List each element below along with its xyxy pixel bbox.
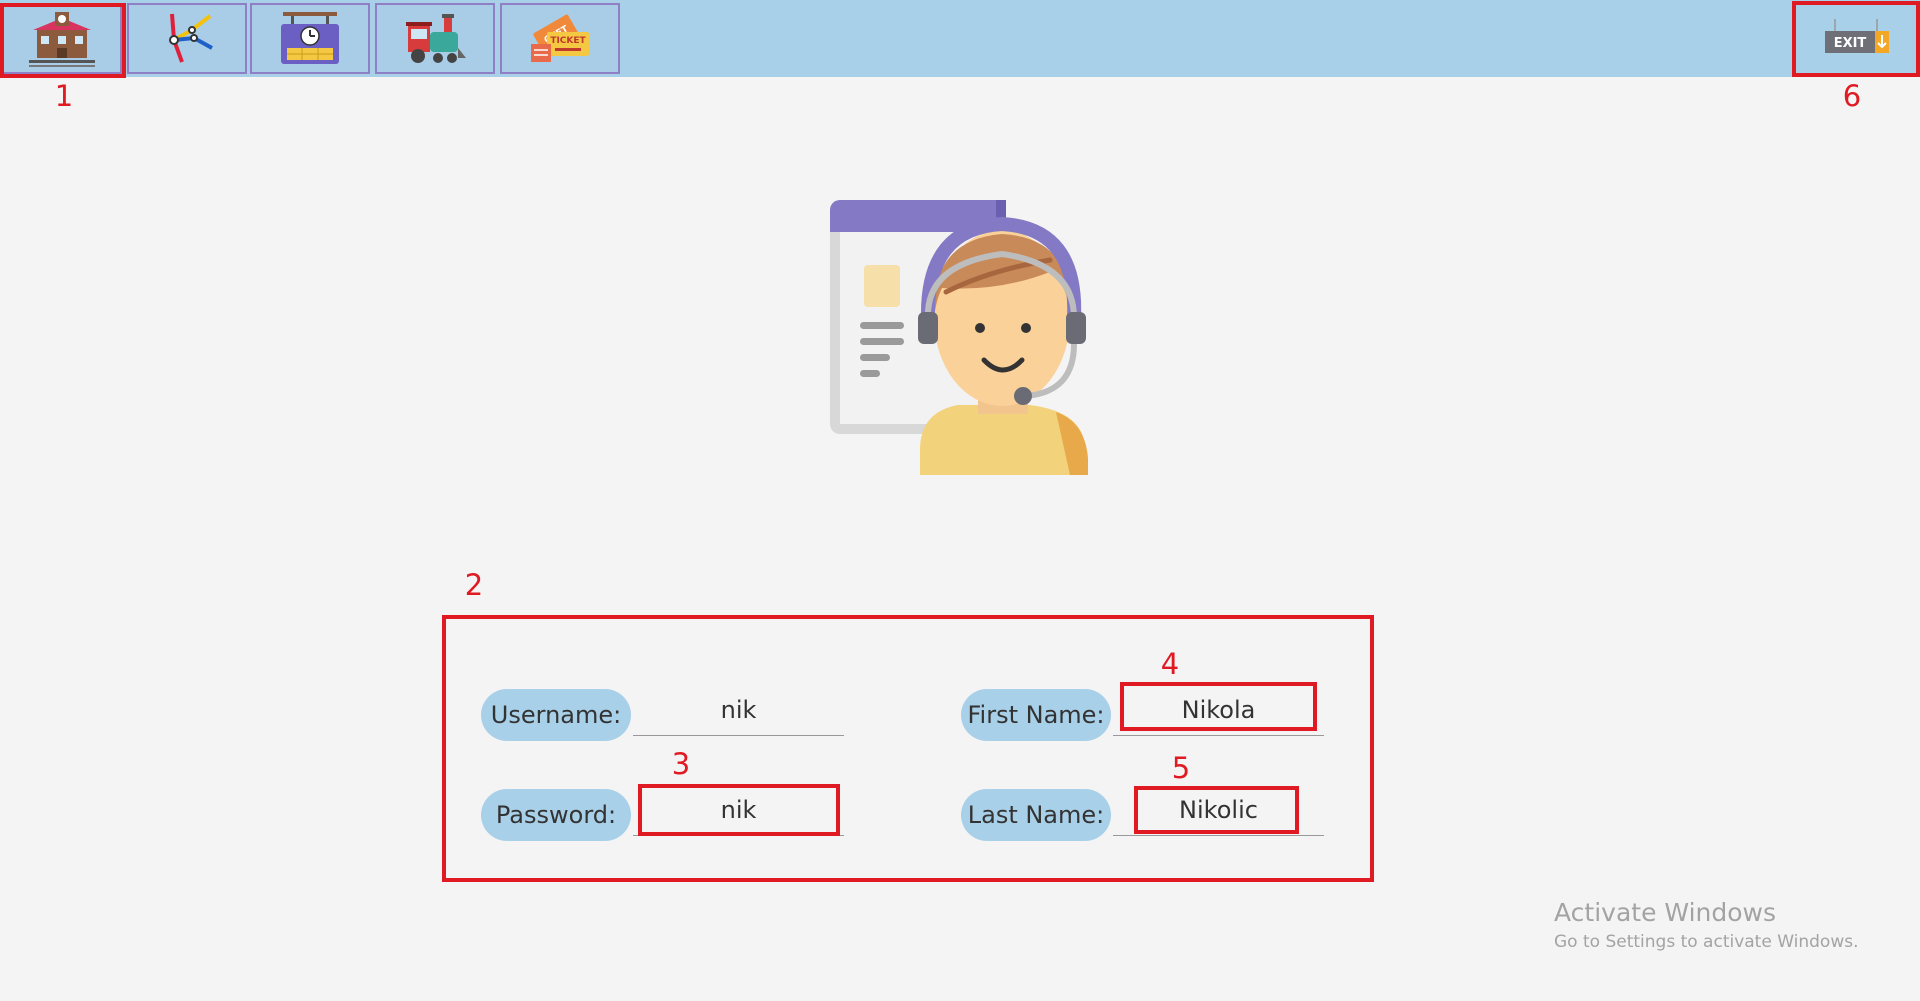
timetable-clock-icon [281, 11, 339, 64]
username-label: Username: [481, 689, 631, 741]
train-station-button[interactable] [2, 3, 122, 74]
marker-1: 1 [54, 79, 74, 113]
marker-4: 4 [1160, 647, 1180, 681]
train-station-icon [29, 11, 95, 67]
marker-2: 2 [464, 568, 484, 602]
exit-button[interactable]: EXIT [1793, 3, 1918, 74]
first-name-field[interactable]: Nikola [1113, 684, 1324, 736]
exit-sign-icon: EXIT [1824, 18, 1889, 53]
password-field[interactable]: nik [633, 784, 844, 836]
marker-5: 5 [1171, 751, 1191, 785]
password-label: Password: [481, 789, 631, 841]
timetable-button[interactable] [250, 3, 370, 74]
username-field[interactable]: nik [633, 684, 844, 736]
ticket-button[interactable]: CKET TICKET [500, 3, 620, 74]
last-name-field[interactable]: Nikolic [1113, 784, 1324, 836]
marker-3: 3 [671, 747, 691, 781]
railway-map-button[interactable] [127, 3, 247, 74]
activate-windows-title: Activate Windows [1554, 898, 1776, 927]
ticket-icon: CKET TICKET [531, 14, 589, 62]
first-name-label: First Name: [961, 689, 1111, 741]
exit-label: EXIT [1833, 36, 1866, 51]
annotation-box-2 [442, 615, 1374, 882]
svg-text:TICKET: TICKET [550, 36, 586, 46]
last-name-label: Last Name: [961, 789, 1111, 841]
railway-map-icon [169, 13, 213, 63]
activate-windows-subtitle: Go to Settings to activate Windows. [1554, 932, 1859, 952]
customer-support-agent-icon [830, 200, 1088, 475]
locomotive-button[interactable] [375, 3, 495, 74]
marker-6: 6 [1842, 79, 1862, 113]
locomotive-icon [406, 13, 466, 63]
